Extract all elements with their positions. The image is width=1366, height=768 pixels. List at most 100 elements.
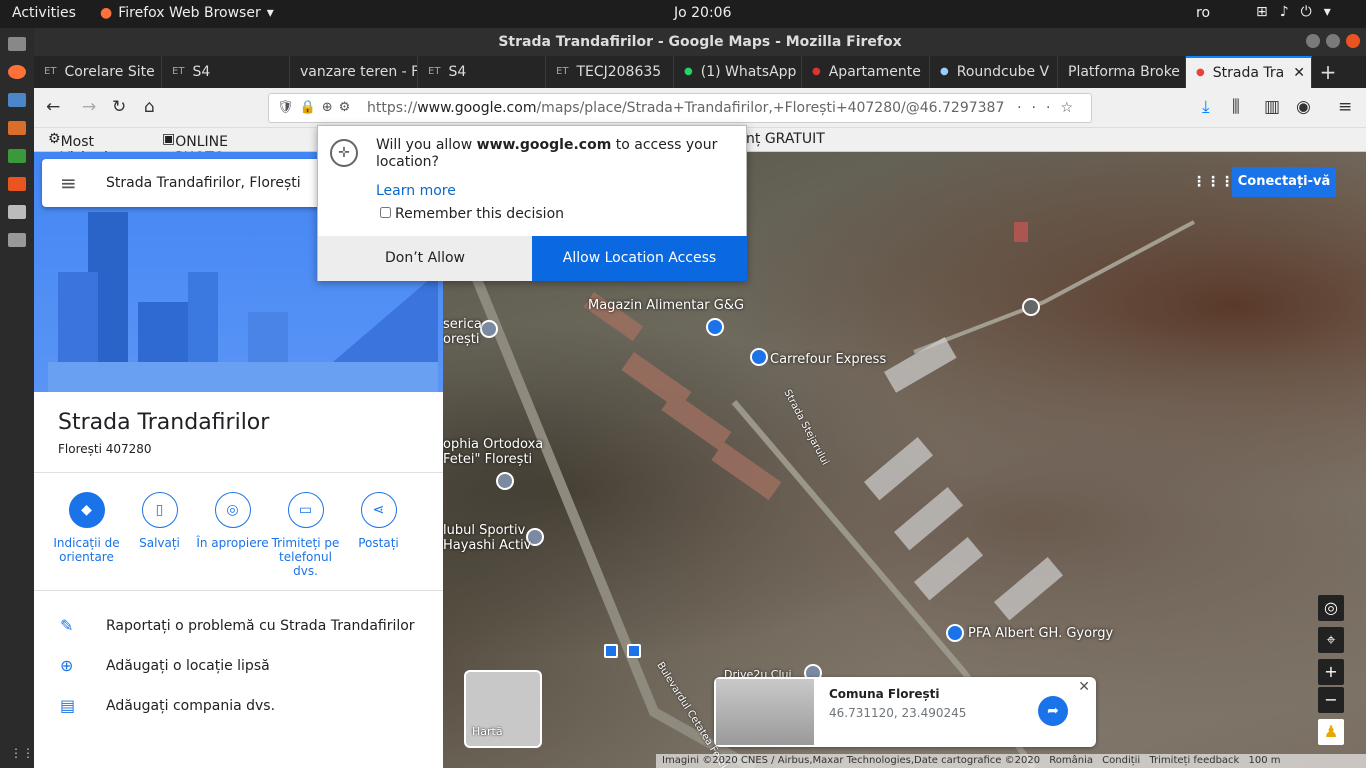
settings-icon[interactable]	[8, 205, 26, 219]
back-button[interactable]: ←	[46, 97, 60, 117]
add-business-row[interactable]: ▤ Adăugați compania dvs.	[34, 686, 443, 726]
home-button[interactable]: ⌂	[144, 97, 155, 117]
close-tab-icon[interactable]: ✕	[1293, 58, 1305, 88]
tab[interactable]: ET S4	[418, 56, 546, 88]
site-favicon-icon: ●	[812, 66, 821, 77]
nearby-icon: ◎	[214, 492, 251, 528]
shop-pin-icon[interactable]	[750, 348, 768, 366]
system-menu[interactable]: ⊞ ♪ ⏻ ▾	[1256, 4, 1331, 20]
new-tab-button[interactable]: +	[1312, 56, 1344, 88]
tab[interactable]: vanzare teren - F	[290, 56, 418, 88]
files-icon[interactable]	[8, 37, 26, 51]
library-icon[interactable]: ⫼	[1232, 97, 1240, 117]
report-problem-row[interactable]: ✎ Raportați o problemă cu Strada Trandafi…	[34, 606, 443, 646]
divider	[34, 590, 443, 591]
hamburger-menu-icon[interactable]: ≡	[60, 159, 77, 207]
map-label-magazin[interactable]: Magazin Alimentar G&G	[588, 298, 744, 313]
bus-stop-icon[interactable]	[627, 644, 641, 658]
map-label-pfa[interactable]: PFA Albert GH. Gyorgy	[968, 626, 1113, 641]
pegman-icon[interactable]: ♟	[1318, 719, 1344, 745]
tab[interactable]: ● (1) WhatsApp	[674, 56, 802, 88]
shop-pin-icon[interactable]	[946, 624, 964, 642]
save-button[interactable]: ▯ Salvați	[123, 490, 196, 578]
globe-icon[interactable]: ◎	[1318, 595, 1344, 621]
feedback-link[interactable]: Trimiteți feedback	[1149, 755, 1239, 766]
send-to-phone-button[interactable]: ▭ Trimiteți pe telefonul dvs.	[269, 490, 342, 578]
url-bar[interactable]: 🛡🔒⊕⚙ https://www.google.com/maps/place/S…	[268, 93, 1092, 123]
terms-link[interactable]: Condiții	[1102, 755, 1140, 766]
url-host: www.google.com	[417, 100, 537, 116]
reload-button[interactable]: ↻	[112, 97, 126, 117]
country-link[interactable]: România	[1049, 755, 1093, 766]
shop-pin-icon[interactable]	[706, 318, 724, 336]
zoom-out-button[interactable]: −	[1318, 687, 1344, 713]
tab[interactable]: ● Roundcube V	[930, 56, 1058, 88]
tab[interactable]: ET Corelare Site	[34, 56, 162, 88]
directions-button[interactable]: ◆ Indicații de orientare	[50, 490, 123, 578]
nearby-button[interactable]: ◎ În apropiere	[196, 490, 269, 578]
app-menu[interactable]: ● Firefox Web Browser ▾	[100, 5, 274, 21]
dont-allow-button[interactable]: Don’t Allow	[318, 236, 532, 281]
place-actions: ◆ Indicații de orientare ▯ Salvați ◎ În …	[34, 490, 443, 578]
map-label-biserica[interactable]: serica orești	[443, 317, 482, 347]
presentation-icon[interactable]	[8, 121, 26, 135]
close-icon[interactable]: ✕	[1078, 679, 1090, 695]
bus-stop-icon[interactable]	[604, 644, 618, 658]
spreadsheet-icon[interactable]	[8, 149, 26, 163]
tab[interactable]: ● Apartamente	[802, 56, 930, 88]
apps-grid-icon[interactable]: ⋮⋮⋮	[1192, 174, 1234, 190]
account-icon[interactable]: ◉	[1296, 97, 1311, 117]
zoom-in-button[interactable]: +	[1318, 659, 1344, 685]
tab[interactable]: ET TECJ208635	[546, 56, 674, 88]
site-info-icons[interactable]: 🛡🔒⊕⚙	[277, 94, 356, 122]
church-pin-icon[interactable]	[480, 320, 498, 338]
tab[interactable]: Platforma Broke	[1058, 56, 1186, 88]
buildings	[864, 222, 1064, 621]
remember-decision-checkbox[interactable]: Remember this decision	[380, 206, 564, 222]
software-center-icon[interactable]	[8, 177, 26, 191]
maps-pin-icon: ●	[1196, 67, 1205, 78]
add-missing-place-row[interactable]: ⊕ Adăugați o locație lipsă	[34, 646, 443, 686]
share-button[interactable]: ⋖ Postați	[342, 490, 415, 578]
activities-button[interactable]: Activities	[12, 5, 76, 21]
document-icon[interactable]	[8, 93, 26, 107]
my-location-icon[interactable]: ⌖	[1318, 627, 1344, 653]
learn-more-link[interactable]: Learn more	[376, 183, 456, 199]
chevron-down-icon: ▾	[266, 5, 274, 21]
tab[interactable]: ET S4	[162, 56, 290, 88]
firefox-dock-icon[interactable]	[8, 65, 26, 79]
bookmark-photo-editor[interactable]: ▣ ONLINE PHOTO EDI	[162, 131, 228, 182]
sign-in-button[interactable]: Conectați-vă	[1232, 167, 1336, 197]
church-pin-icon[interactable]	[496, 472, 514, 490]
site-favicon-icon: ET	[172, 66, 185, 77]
language-indicator[interactable]: ro	[1196, 5, 1210, 21]
road	[913, 220, 1195, 354]
directions-icon[interactable]: ➦	[1038, 696, 1068, 726]
bookmark-most-visited[interactable]: ⚙ Most Visited	[48, 131, 108, 166]
allow-location-button[interactable]: Allow Location Access	[532, 236, 747, 281]
add-business-icon: ▤	[60, 696, 76, 715]
location-card[interactable]: Comuna Florești 46.731120, 23.490245 ➦ ✕	[714, 677, 1096, 747]
sidebar-icon[interactable]: ▥	[1264, 97, 1280, 117]
forward-button[interactable]: →	[82, 97, 96, 117]
location-thumbnail[interactable]	[716, 679, 814, 745]
map-type-toggle[interactable]: Hartă	[464, 670, 542, 748]
clock[interactable]: Jo 20:06	[674, 5, 732, 21]
minimize-button[interactable]	[1306, 34, 1320, 48]
map-label-clubul[interactable]: lubul Sportiv Hayashi Activ	[443, 523, 531, 553]
location-crosshair-icon: ✛	[330, 139, 358, 167]
place-title: Strada Trandafirilor	[58, 410, 270, 435]
checkbox[interactable]	[380, 207, 391, 218]
tab-active[interactable]: ● Strada Tra ✕	[1186, 56, 1312, 88]
camera-icon[interactable]	[8, 233, 26, 247]
map-label-carrefour[interactable]: Carrefour Express	[770, 352, 886, 367]
place-pin-icon[interactable]	[1022, 298, 1040, 316]
download-icon[interactable]: ⤓	[1202, 97, 1210, 117]
maximize-button[interactable]	[1326, 34, 1340, 48]
menu-icon[interactable]: ≡	[1338, 97, 1352, 117]
url-actions[interactable]: ···☆	[1017, 94, 1083, 122]
pencil-icon: ✎	[60, 616, 74, 635]
map-label-sophia[interactable]: ophia Ortodoxa Fetei" Florești	[443, 437, 543, 467]
bookmark-gratuit[interactable]: nț GRATUIT	[746, 131, 825, 147]
close-button[interactable]	[1346, 34, 1360, 48]
